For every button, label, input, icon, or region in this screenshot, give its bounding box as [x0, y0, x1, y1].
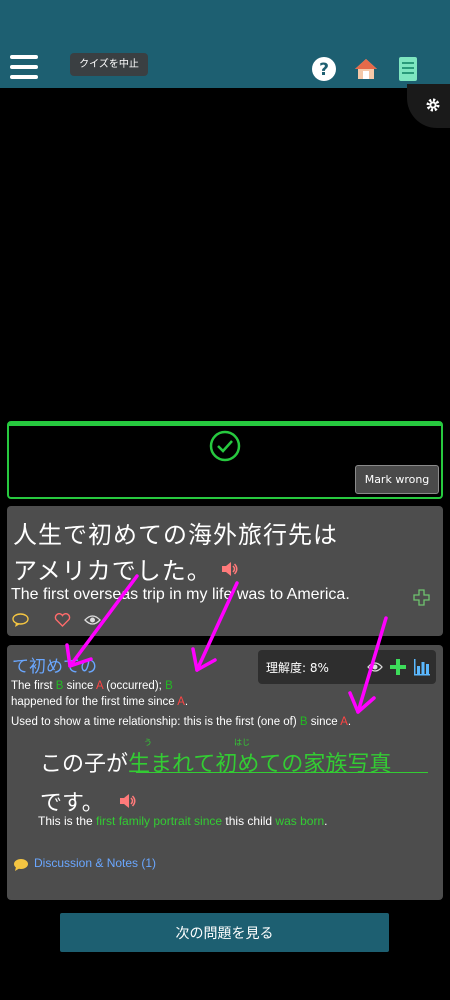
grammar-usage: Used to show a time relationship: this i…: [11, 716, 352, 728]
sentence-en: The first overseas trip in my life was t…: [11, 586, 350, 603]
grammar-title[interactable]: て初めての: [12, 652, 97, 677]
example-underline: [136, 772, 428, 773]
eye-icon[interactable]: [367, 661, 383, 673]
example-jp-line1: この子が生まれて初めての家族写真: [40, 752, 392, 777]
discussion-notes-link[interactable]: Discussion & Notes (1): [34, 856, 156, 870]
example-jp-line2: です。: [40, 791, 104, 816]
speaker-icon[interactable]: [221, 561, 239, 577]
help-icon[interactable]: ?: [311, 56, 337, 82]
home-icon[interactable]: [353, 56, 379, 82]
grammar-definition-2: happened for the first time since A.: [11, 696, 189, 708]
comment-icon[interactable]: [12, 613, 29, 627]
grammar-definition-1: The first B since A (occurred); B: [11, 680, 173, 692]
eye-icon[interactable]: [84, 614, 101, 626]
add-icon[interactable]: [389, 658, 407, 676]
mark-wrong-button[interactable]: Mark wrong: [355, 465, 439, 494]
next-question-button[interactable]: 次の問題を見る: [60, 913, 389, 952]
example-en: This is the first family portrait since …: [38, 814, 328, 828]
heart-icon[interactable]: [54, 613, 71, 627]
stop-quiz-button[interactable]: クイズを中止: [70, 53, 148, 76]
plus-icon[interactable]: [413, 589, 430, 606]
app-header: [0, 0, 450, 88]
understanding-level: 理解度: 8%: [266, 661, 329, 675]
stats-icon[interactable]: [413, 658, 431, 676]
sentence-jp-line2: アメリカでした。: [13, 557, 212, 585]
menu-icon[interactable]: [10, 55, 38, 79]
svg-text:?: ?: [319, 60, 329, 80]
speaker-icon[interactable]: [119, 793, 137, 809]
notes-icon: [14, 859, 28, 871]
gear-icon[interactable]: [425, 97, 441, 113]
sentence-jp-line1: 人生で初めての海外旅行先は: [13, 521, 338, 549]
book-icon[interactable]: [395, 56, 421, 82]
check-circle-icon: [209, 430, 241, 462]
